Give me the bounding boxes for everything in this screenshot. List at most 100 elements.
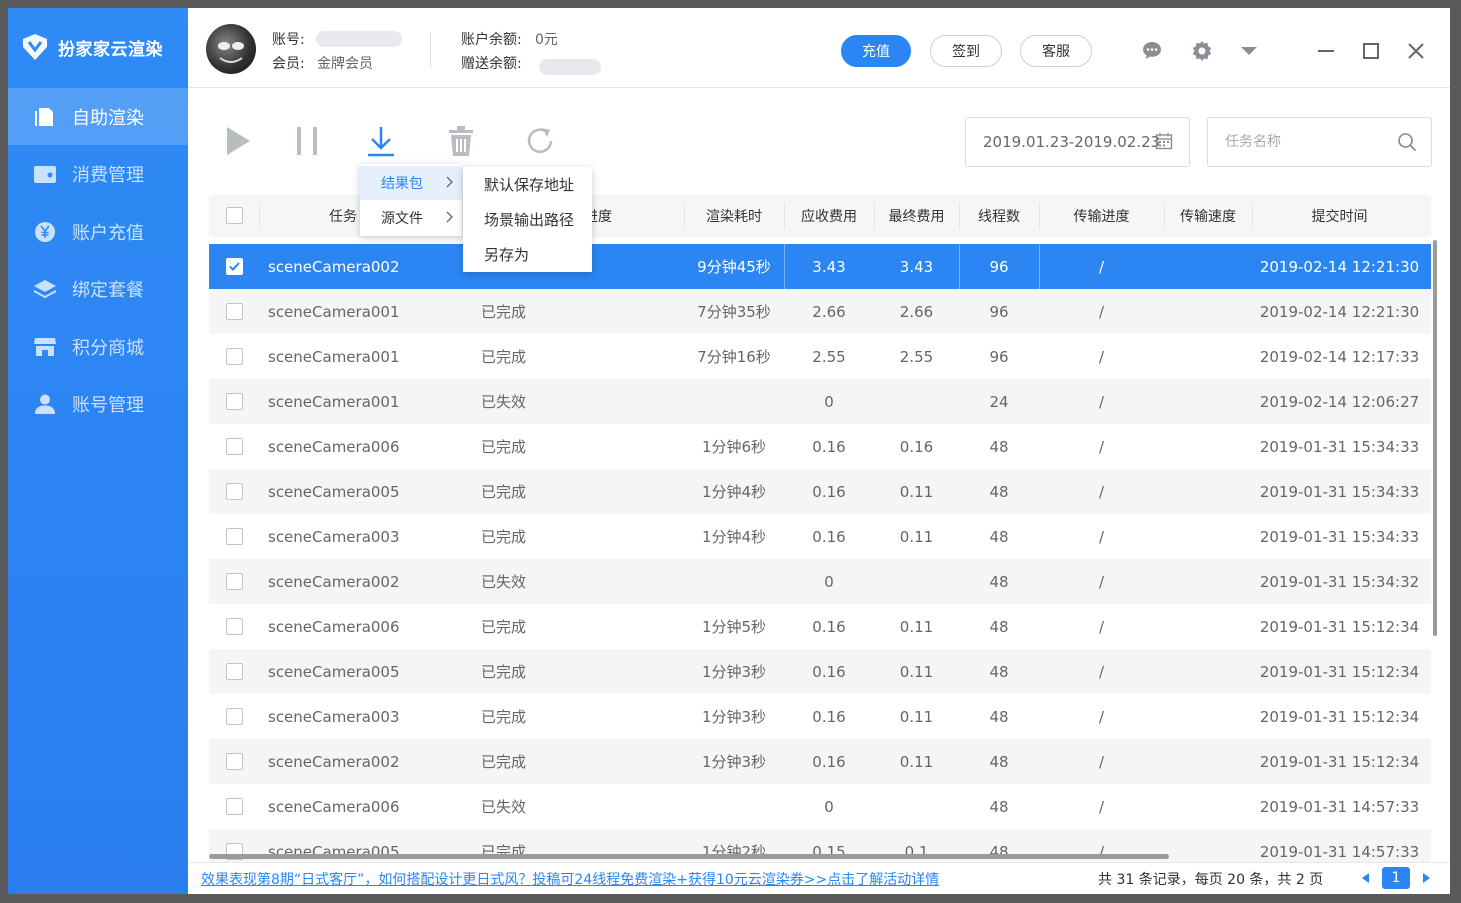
submenu-save-as[interactable]: 另存为 bbox=[463, 237, 592, 272]
cell-due: 0.16 bbox=[812, 662, 846, 681]
column-header[interactable]: 渲染耗时 bbox=[684, 195, 784, 237]
column-separator bbox=[684, 203, 685, 229]
table-row[interactable]: sceneCamera001 已完成 7分钟16秒 2.55 2.55 96 / 2019-0… bbox=[209, 334, 1431, 379]
table-row[interactable]: sceneCamera001 已完成 7分钟35秒 2.66 2.66 96 / 2019-0… bbox=[209, 289, 1431, 334]
task-search-input[interactable] bbox=[1208, 118, 1388, 166]
dropdown-caret-icon[interactable] bbox=[1236, 38, 1262, 64]
row-checkbox[interactable] bbox=[226, 663, 243, 680]
balance-label: 账户余额: bbox=[461, 32, 522, 48]
table-row[interactable]: sceneCamera002 已失效 0 48 / 2019-01-31 15:34:32 bbox=[209, 559, 1431, 604]
refresh-icon[interactable] bbox=[522, 123, 558, 159]
table-row[interactable]: sceneCamera005 已完成 1分钟3秒 0.16 0.11 48 / 2019-01… bbox=[209, 649, 1431, 694]
column-header[interactable]: 传输速度 bbox=[1164, 195, 1252, 237]
yen-coin-icon bbox=[33, 220, 57, 244]
table-row[interactable]: sceneCamera005 已完成 1分钟4秒 0.16 0.11 48 / 2019-01… bbox=[209, 469, 1431, 514]
sidebar-item-label: 绑定套餐 bbox=[72, 280, 144, 301]
row-checkbox[interactable] bbox=[226, 393, 243, 410]
row-checkbox[interactable] bbox=[226, 303, 243, 320]
row-checkbox[interactable] bbox=[226, 573, 243, 590]
row-checkbox[interactable] bbox=[226, 798, 243, 815]
row-checkbox[interactable] bbox=[226, 438, 243, 455]
sidebar-item-5[interactable]: 账号管理 bbox=[8, 376, 188, 433]
table-row[interactable]: sceneCamera006 已失效 0 48 / 2019-01-31 14:57:33 bbox=[209, 784, 1431, 829]
row-checkbox[interactable] bbox=[226, 708, 243, 725]
maximize-icon[interactable] bbox=[1358, 38, 1384, 64]
cell-name: sceneCamera006 bbox=[268, 437, 400, 456]
select-all-checkbox[interactable] bbox=[226, 207, 243, 224]
search-icon[interactable] bbox=[1397, 132, 1417, 156]
cell-final: 0.11 bbox=[899, 482, 934, 501]
cell-status: 已失效 bbox=[481, 573, 527, 591]
customer-service-button[interactable]: 客服 bbox=[1020, 35, 1092, 67]
close-icon[interactable] bbox=[1403, 38, 1429, 64]
submenu-default-save-path[interactable]: 默认保存地址 bbox=[463, 167, 592, 202]
member-label: 会员: bbox=[272, 56, 305, 72]
cell-final bbox=[874, 379, 959, 424]
table-row[interactable]: sceneCamera001 已失效 0 24 / 2019-02-14 12:06:27 bbox=[209, 379, 1431, 424]
table-row[interactable]: sceneCamera002 9分钟45秒 3.43 3.43 96 / 2019-02-1… bbox=[209, 244, 1431, 289]
cell-transfer: / bbox=[1098, 617, 1105, 636]
recharge-button[interactable]: 充值 bbox=[841, 35, 911, 67]
vertical-scrollbar[interactable] bbox=[1433, 240, 1437, 636]
chevron-right-icon bbox=[446, 211, 454, 227]
prev-page-icon[interactable] bbox=[1358, 867, 1372, 889]
row-checkbox[interactable] bbox=[226, 483, 243, 500]
column-header[interactable]: 传输进度 bbox=[1039, 195, 1164, 237]
menu-item-label: 源文件 bbox=[381, 211, 423, 227]
promo-link[interactable]: 效果表现第8期“日式客厅”，如何搭配设计更日式风？投稿可24线程免费渲染+获得1… bbox=[201, 869, 939, 889]
sidebar-item-label: 自助渲染 bbox=[72, 107, 144, 129]
current-page-button[interactable]: 1 bbox=[1382, 867, 1410, 889]
cell-transfer: / bbox=[1098, 752, 1105, 771]
submenu-scene-output-path[interactable]: 场景输出路径 bbox=[463, 202, 592, 237]
cell-submitted: 2019-01-31 15:12:34 bbox=[1259, 662, 1420, 681]
row-checkbox[interactable] bbox=[226, 528, 243, 545]
sidebar-item-0[interactable]: 自助渲染 bbox=[8, 88, 188, 145]
cell-time: 1分钟5秒 bbox=[701, 618, 767, 636]
row-checkbox[interactable] bbox=[226, 618, 243, 635]
horizontal-scrollbar[interactable] bbox=[209, 854, 1169, 859]
sidebar-item-1[interactable]: 消费管理 bbox=[8, 146, 188, 203]
checkin-button[interactable]: 签到 bbox=[930, 35, 1002, 67]
cell-name: sceneCamera001 bbox=[268, 392, 400, 411]
menu-item-result-package[interactable]: 结果包 bbox=[360, 166, 462, 200]
cell-threads: 96 bbox=[989, 302, 1009, 321]
cell-time: 1分钟3秒 bbox=[701, 663, 767, 681]
cell-name: sceneCamera002 bbox=[268, 257, 400, 276]
column-header[interactable]: 最终费用 bbox=[874, 195, 959, 237]
column-header[interactable]: 提交时间 bbox=[1252, 195, 1427, 237]
table-row[interactable]: sceneCamera003 已完成 1分钟4秒 0.16 0.11 48 / 2019-01… bbox=[209, 514, 1431, 559]
sidebar-item-2[interactable]: 账户充值 bbox=[8, 203, 188, 260]
cell-separator bbox=[959, 244, 960, 289]
avatar[interactable] bbox=[206, 24, 256, 74]
message-icon[interactable] bbox=[1139, 38, 1165, 64]
download-icon[interactable] bbox=[363, 123, 399, 159]
sidebar-item-3[interactable]: 绑定套餐 bbox=[8, 261, 188, 318]
row-checkbox[interactable] bbox=[226, 348, 243, 365]
cell-final: 2.55 bbox=[899, 347, 934, 366]
settings-gear-icon[interactable] bbox=[1189, 38, 1215, 64]
table-row[interactable]: sceneCamera003 已完成 1分钟3秒 0.16 0.11 48 / 2019-01… bbox=[209, 694, 1431, 739]
download-submenu: 默认保存地址 场景输出路径 另存为 bbox=[463, 167, 592, 272]
sidebar-item-4[interactable]: 积分商城 bbox=[8, 318, 188, 375]
document-icon bbox=[33, 105, 57, 129]
minimize-icon[interactable] bbox=[1313, 38, 1339, 64]
delete-trash-icon[interactable] bbox=[443, 123, 479, 159]
row-checkbox[interactable] bbox=[226, 258, 243, 275]
table-row[interactable]: sceneCamera002 已完成 1分钟3秒 0.16 0.11 48 / 2019-01… bbox=[209, 739, 1431, 784]
row-checkbox[interactable] bbox=[226, 753, 243, 770]
menu-item-source-files[interactable]: 源文件 bbox=[360, 201, 462, 235]
cell-status: 已完成 bbox=[481, 438, 527, 456]
date-range-picker[interactable]: 2019.01.23-2019.02.23 bbox=[965, 117, 1190, 167]
pause-icon[interactable] bbox=[289, 123, 325, 159]
cell-time: 7分钟16秒 bbox=[697, 348, 771, 366]
cell-name: sceneCamera006 bbox=[268, 797, 400, 816]
column-separator bbox=[1039, 203, 1040, 229]
play-icon[interactable] bbox=[220, 123, 256, 159]
column-header[interactable]: 线程数 bbox=[959, 195, 1039, 237]
next-page-icon[interactable] bbox=[1420, 867, 1434, 889]
cell-submitted: 2019-01-31 15:12:34 bbox=[1259, 617, 1420, 636]
table-row[interactable]: sceneCamera006 已完成 1分钟5秒 0.16 0.11 48 / 2019-01… bbox=[209, 604, 1431, 649]
table-row[interactable]: sceneCamera006 已完成 1分钟6秒 0.16 0.16 48 / 2019-01… bbox=[209, 424, 1431, 469]
cell-threads: 48 bbox=[989, 572, 1009, 591]
column-header[interactable]: 应收费用 bbox=[784, 195, 874, 237]
